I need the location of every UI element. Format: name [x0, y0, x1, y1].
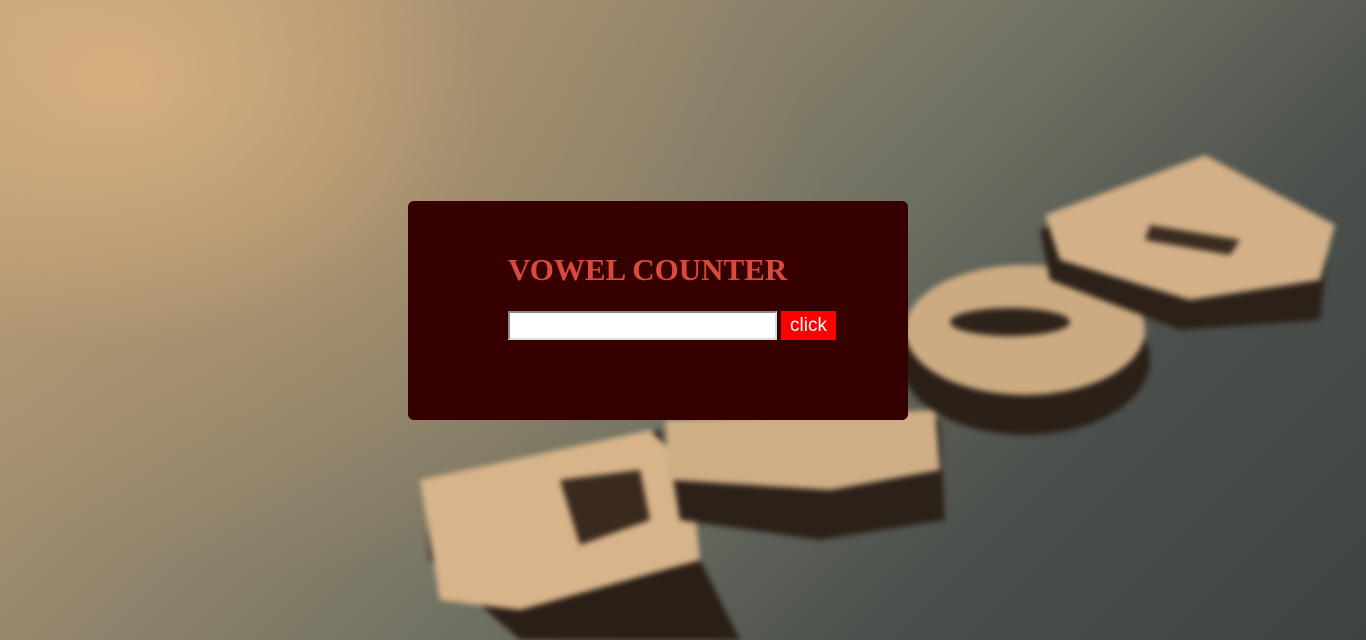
- vowel-counter-card: VOWEL COUNTER click: [408, 201, 908, 420]
- click-button[interactable]: click: [781, 311, 836, 340]
- text-input[interactable]: [508, 311, 777, 340]
- page-title: VOWEL COUNTER: [508, 252, 788, 287]
- letter-i-shape: [665, 410, 945, 540]
